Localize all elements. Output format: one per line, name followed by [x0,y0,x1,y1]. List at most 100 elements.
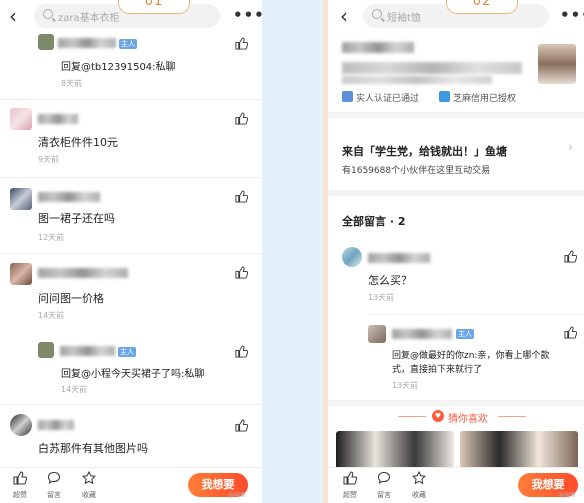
screenshot-label: 02 [446,0,518,14]
collect-button[interactable]: 收藏 [405,470,433,500]
star-icon [411,470,427,485]
right-screenshot: ‹ 短袖t恤 ••• 02 实人认证已通过 芝麻信用已授权 来自「学生党，给钱就… [328,0,584,503]
comment-time: 13天前 [392,381,419,390]
like-button[interactable]: 超赞 [6,470,34,500]
avatar [10,108,32,130]
screenshot-label: 01 [118,0,190,14]
avatar [10,188,32,210]
blurred-username [58,38,116,48]
like-icon[interactable] [235,37,248,50]
like-button[interactable]: 超赞 [336,470,364,500]
chat-bubble-icon [47,471,61,485]
avatar [10,263,32,285]
heart-icon: ♥ [432,410,444,422]
chat-bubble-icon [377,471,391,485]
bottom-action-bar: 超赞 留言 收藏 我想要 @闲鱼 [0,467,262,503]
sesame-icon [439,91,450,102]
guess-you-like: 猜你喜欢 [448,414,488,425]
blurred-description [342,76,492,84]
bottom-action-bar: 超赞 留言 收藏 我想要 @闲鱼 [328,467,584,503]
watermark: @闲鱼 [228,492,247,499]
comment-text: 清衣柜件件10元 [38,136,118,149]
back-icon[interactable]: ‹ [340,5,348,27]
comment-time: 14天前 [61,385,88,394]
comment-button[interactable]: 留言 [370,470,398,500]
like-icon[interactable] [235,112,248,125]
comment-text: 白苏那件有其他图片吗 [38,442,148,455]
left-screenshot: ‹ zara基本衣柜 ••• 01 主人 回复@tb12391504:私聊 8天… [0,0,262,503]
divider [368,314,584,315]
like-label: 超赞 [343,491,357,499]
thumbs-up-icon [13,471,28,485]
all-comments-header: 全部留言 · 2 [342,215,406,228]
blurred-username [38,114,78,124]
search-placeholder: zara基本衣柜 [58,13,120,24]
comment-text: 图一裙子还在吗 [38,212,115,225]
divider [498,416,526,417]
collect-label: 收藏 [82,491,96,499]
section-gap [328,112,584,118]
owner-badge: 主人 [456,329,474,339]
collect-label: 收藏 [412,491,426,499]
avatar [342,247,362,267]
divider [398,416,426,417]
real-name-icon [342,91,353,102]
avatar [38,34,54,50]
like-icon[interactable] [235,190,248,203]
star-icon [81,470,97,485]
section-gap [328,190,584,196]
chevron-right-icon[interactable]: › [568,140,573,155]
comment-text: 怎么买？ [368,274,412,287]
comment-text: 回复@小程今天买裙子了吗:私聊 [61,369,205,380]
blurred-username [38,192,100,202]
like-label: 超赞 [13,491,27,499]
recommended-thumbnail[interactable] [336,431,454,471]
blurred-description [342,62,522,74]
like-icon[interactable] [235,345,248,358]
collect-button[interactable]: 收藏 [75,470,103,500]
thumbs-up-icon [343,471,358,485]
watermark: @闲鱼 [558,492,577,499]
divider [0,177,262,178]
divider [0,99,262,100]
section-gap [328,400,584,406]
comment-text: 问问图一价格 [38,292,104,305]
separator-gap [262,0,328,503]
product-thumbnail[interactable] [538,44,576,84]
verify-real: 实人认证已通过 [356,94,420,104]
reply-text-line1: 回复@做最好的你zn:亲，你看上哪个款 [392,351,550,361]
blurred-username [392,329,452,339]
blurred-username [38,420,74,430]
blurred-seller-name [342,42,414,53]
search-placeholder: 短袖t恤 [387,13,421,24]
more-icon[interactable]: ••• [560,6,584,24]
pond-subtitle: 有1659688个小伙伴在这里互动交易 [342,166,491,176]
comment-button[interactable]: 留言 [40,470,68,500]
comment-time: 8天前 [61,79,83,88]
search-icon [372,9,382,19]
comment-time: 12天前 [38,233,65,242]
comment-time: 13天前 [368,293,395,302]
comment-label: 留言 [377,491,391,499]
like-icon[interactable] [564,250,577,263]
reply-text-line2: 式，直接拍下来就行了 [392,365,483,375]
comment-label: 留言 [47,491,61,499]
more-icon[interactable]: ••• [233,6,262,24]
blurred-username [60,346,115,356]
owner-badge: 主人 [119,39,137,49]
search-icon [43,9,53,19]
pond-title[interactable]: 来自「学生党，给钱就出！」鱼塘 [342,143,507,159]
comment-time: 14天前 [38,311,65,320]
back-icon[interactable]: ‹ [9,5,17,27]
recommended-thumbnail[interactable] [460,431,578,471]
avatar [10,414,32,436]
avatar [368,325,386,343]
like-icon[interactable] [235,419,248,432]
like-icon[interactable] [235,266,248,279]
owner-badge: 主人 [118,347,136,357]
like-icon[interactable] [564,326,577,339]
verify-sesame: 芝麻信用已授权 [453,94,517,104]
comment-text: 回复@tb12391504:私聊 [61,62,176,73]
divider [0,253,262,254]
blurred-username [38,268,128,278]
